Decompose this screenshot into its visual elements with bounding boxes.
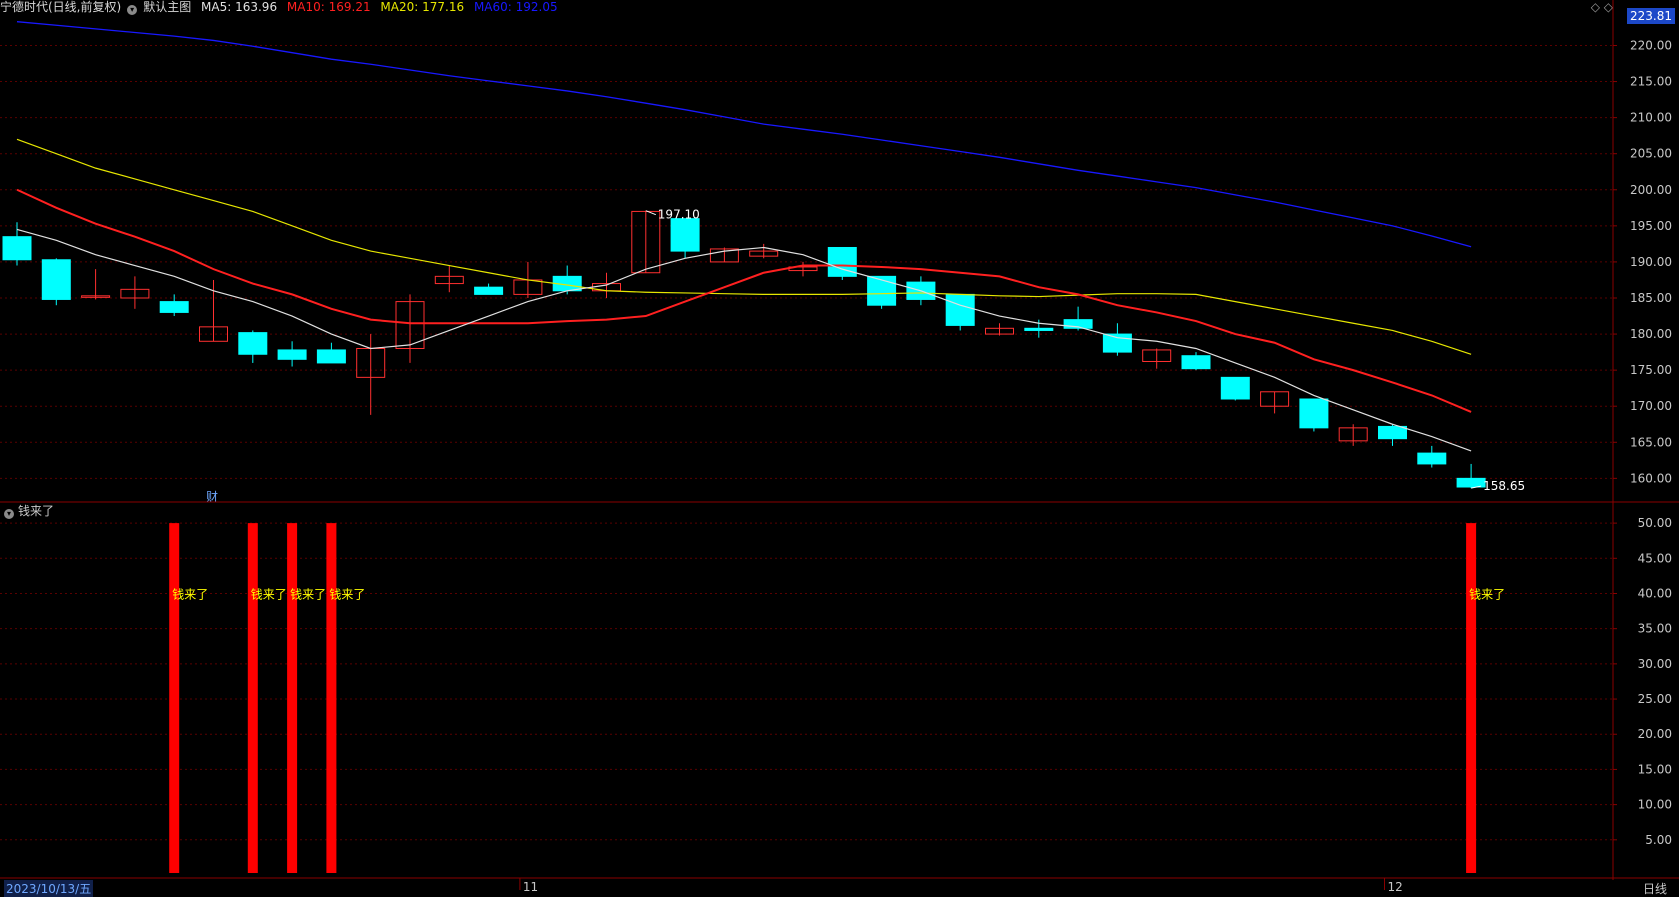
- low-label: 158.65: [1483, 479, 1525, 493]
- signal-label: 钱来了: [290, 586, 326, 601]
- candle-body: [1378, 425, 1407, 440]
- signal-bar: [1466, 523, 1477, 873]
- price-tick-label: 200.00: [1630, 183, 1672, 197]
- signal-bar: [326, 523, 337, 873]
- signal-bar: [169, 523, 180, 873]
- price-tick-label: 180.00: [1630, 327, 1672, 341]
- price-tick-label: 175.00: [1630, 363, 1672, 377]
- time-label: 11: [523, 880, 538, 894]
- indicator-tick-label: 35.00: [1638, 622, 1672, 636]
- price-tick-label: 170.00: [1630, 399, 1672, 413]
- ma10-line: [16, 188, 1472, 413]
- price-tick-label: 165.00: [1630, 435, 1672, 449]
- indicator-tick-label: 20.00: [1638, 727, 1672, 741]
- signal-label: 钱来了: [172, 586, 208, 601]
- signal-label: 钱来了: [329, 586, 365, 601]
- signal-label: 钱来了: [1469, 586, 1505, 601]
- indicator-tick-label: 40.00: [1638, 586, 1672, 600]
- price-tick-label: 185.00: [1630, 291, 1672, 305]
- price-tick-label: 210.00: [1630, 111, 1672, 125]
- high-label: 197.10: [658, 208, 700, 222]
- candle-body: [316, 349, 346, 364]
- price-tick-label: 195.00: [1630, 219, 1672, 233]
- price-tick-label: 190.00: [1630, 255, 1672, 269]
- candle-body: [670, 218, 700, 252]
- indicator-tick-label: 5.00: [1645, 833, 1672, 847]
- candle-body: [238, 332, 268, 355]
- price-tick-label: 215.00: [1630, 75, 1672, 89]
- candle-body: [1299, 398, 1329, 429]
- candle-body: [2, 236, 32, 261]
- indicator-tick-label: 30.00: [1638, 657, 1672, 671]
- indicator-tick-label: 50.00: [1638, 516, 1672, 530]
- price-tick-label: 160.00: [1630, 471, 1672, 485]
- signal-label: 钱来了: [251, 586, 287, 601]
- candle-body: [945, 293, 975, 326]
- price-tick-label: 205.00: [1630, 147, 1672, 161]
- candle-body: [1181, 355, 1211, 370]
- signal-bar: [287, 523, 298, 873]
- ma5-line: [16, 228, 1472, 452]
- time-label: 12: [1388, 880, 1403, 894]
- candle-body: [1102, 333, 1132, 353]
- indicator-tick-label: 10.00: [1638, 798, 1672, 812]
- ma20-line: [16, 138, 1472, 355]
- candle-body: [1220, 376, 1250, 400]
- candle-body: [474, 286, 504, 295]
- candle-body: [1024, 327, 1054, 331]
- indicator-tick-label: 25.00: [1638, 692, 1672, 706]
- price-tick-label: 220.00: [1630, 38, 1672, 52]
- signal-bar: [247, 523, 258, 873]
- candle-body: [1417, 452, 1447, 465]
- indicator-tick-label: 15.00: [1638, 762, 1672, 776]
- ma60-line: [16, 21, 1472, 248]
- candle-body: [277, 349, 307, 360]
- candle-body: [159, 301, 189, 313]
- candle-body: [41, 259, 71, 300]
- indicator-tick-label: 45.00: [1638, 551, 1672, 565]
- price-chart[interactable]: 220.00 215.00 210.00 205.00 200.00 195.00 190.…: [0, 0, 1679, 896]
- candle-body: [867, 275, 897, 306]
